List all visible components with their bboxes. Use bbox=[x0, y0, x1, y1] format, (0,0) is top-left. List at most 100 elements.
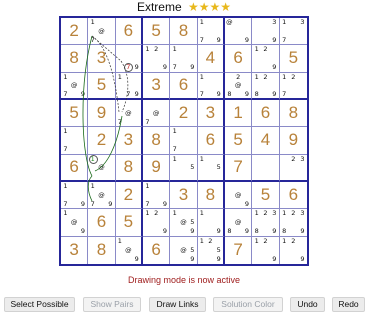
cell-r4c6[interactable]: 3 bbox=[197, 100, 225, 128]
cell-r7c5[interactable]: 3 bbox=[170, 182, 198, 210]
cell-r9c3[interactable]: 1 @9 bbox=[116, 236, 143, 264]
cell-r5c1[interactable]: 17 bbox=[61, 127, 89, 155]
cell-r2c1[interactable]: 8 bbox=[61, 45, 89, 73]
sudoku-grid[interactable]: 2 1 @7 6 5 8 1 7 9 @9 3 9 1 3 7 8 3 7 9 1 2 9 1 7 9 4 6 1 2 9 5 1 @7 9 5 1 7… bbox=[59, 16, 309, 266]
candidate: 7 bbox=[282, 89, 287, 98]
candidate: 9 bbox=[272, 35, 277, 44]
cell-r1c1[interactable]: 2 bbox=[61, 18, 89, 46]
cell-r9c1[interactable]: 3 bbox=[61, 236, 89, 264]
cell-r5c3[interactable]: 3 bbox=[115, 127, 143, 155]
candidate: 8 bbox=[254, 226, 259, 235]
cell-r6c2[interactable]: 1 @ bbox=[88, 154, 116, 182]
cell-r8c2[interactable]: 6 bbox=[88, 209, 116, 237]
cell-r6c6[interactable]: 15 bbox=[197, 154, 225, 182]
cell-r7c7[interactable]: @9 bbox=[225, 182, 253, 210]
cell-r6c7[interactable]: 7 bbox=[225, 154, 253, 182]
cell-r4c1[interactable]: 5 bbox=[61, 100, 89, 128]
cell-r2c6[interactable]: 4 bbox=[197, 45, 225, 73]
cell-r1c8[interactable]: 39 bbox=[252, 18, 280, 46]
cell-r3c7[interactable]: 2 @8 9 bbox=[225, 72, 253, 100]
cell-r7c6[interactable]: 8 bbox=[197, 182, 225, 210]
candidate: 1 bbox=[282, 72, 287, 81]
cell-r8c6[interactable]: 19 bbox=[197, 209, 225, 237]
undo-button[interactable]: Undo bbox=[290, 297, 325, 312]
cell-r2c9[interactable]: 5 bbox=[279, 45, 307, 73]
given-digit: 8 bbox=[123, 157, 134, 177]
given-digit: 3 bbox=[96, 48, 107, 68]
cell-r3c1[interactable]: 1 @7 9 bbox=[61, 72, 89, 100]
cell-r5c8[interactable]: 4 bbox=[252, 127, 280, 155]
select-possible-button[interactable]: Select Possible bbox=[4, 297, 75, 312]
candidate: 1 bbox=[63, 209, 68, 218]
cell-r6c9[interactable]: 23 bbox=[279, 155, 307, 182]
cell-r1c7[interactable]: @9 bbox=[225, 18, 253, 46]
cell-r6c8[interactable] bbox=[252, 154, 280, 182]
cell-r5c2[interactable]: 2 bbox=[88, 127, 116, 155]
cell-r9c8[interactable]: 129 bbox=[252, 236, 280, 264]
cell-r8c3[interactable]: 5 bbox=[115, 209, 143, 237]
cell-r8c1[interactable]: 1 @9 bbox=[61, 209, 89, 237]
cell-r8c4[interactable]: 129 bbox=[143, 209, 171, 237]
cell-r9c2[interactable]: 8 bbox=[88, 236, 116, 264]
cell-r7c1[interactable]: 1 7 9 bbox=[61, 182, 89, 210]
candidate: 9 bbox=[134, 62, 139, 71]
cell-r4c5[interactable]: 2 bbox=[170, 100, 198, 128]
cell-r7c2[interactable]: 1 @7 9 bbox=[88, 182, 116, 210]
cell-r2c5[interactable]: 1 7 9 bbox=[170, 45, 198, 73]
cell-r2c3[interactable]: 79 bbox=[115, 45, 143, 73]
redo-button[interactable]: Redo bbox=[332, 297, 365, 312]
solution-color-button[interactable]: Solution Color bbox=[213, 297, 283, 312]
cell-r4c7[interactable]: 1 bbox=[225, 100, 253, 128]
cell-r1c6[interactable]: 1 7 9 bbox=[197, 18, 225, 46]
cell-r4c8[interactable]: 6 bbox=[252, 100, 280, 128]
cell-r7c3[interactable]: 2 bbox=[115, 182, 143, 210]
cell-r6c3[interactable]: 8 bbox=[115, 154, 143, 182]
cell-r9c6[interactable]: 1259 bbox=[198, 236, 225, 264]
candidate: @ bbox=[180, 245, 187, 254]
cell-r3c6[interactable]: 1 7 9 bbox=[197, 72, 225, 100]
cell-r3c2[interactable]: 5 bbox=[88, 72, 116, 100]
candidate: 9 bbox=[80, 226, 85, 235]
cell-r9c7[interactable]: 7 bbox=[225, 236, 253, 264]
cell-r6c5[interactable]: 15 bbox=[170, 154, 198, 182]
cell-r7c9[interactable]: 6 bbox=[279, 182, 307, 210]
cell-r1c3[interactable]: 6 bbox=[115, 18, 143, 46]
cell-r1c4[interactable]: 5 bbox=[143, 18, 171, 46]
cell-r5c6[interactable]: 6 bbox=[197, 127, 225, 155]
cell-r4c9[interactable]: 8 bbox=[279, 100, 307, 128]
cell-r8c5[interactable]: 1 @5 9 bbox=[170, 209, 198, 237]
cell-r8c9[interactable]: 123 8 9 bbox=[279, 209, 307, 237]
cell-r5c4[interactable]: 8 bbox=[143, 127, 171, 155]
cell-r3c8[interactable]: 128 9 bbox=[252, 72, 280, 100]
cell-r6c1[interactable]: 6 bbox=[61, 154, 89, 182]
cell-r9c4[interactable]: 6 bbox=[143, 236, 171, 264]
cell-r9c5[interactable]: @5 9 bbox=[170, 236, 198, 264]
cell-r4c2[interactable]: 9 bbox=[88, 100, 116, 128]
cell-r2c7[interactable]: 6 bbox=[225, 45, 253, 73]
cell-r5c5[interactable]: 17 bbox=[170, 127, 198, 155]
show-pairs-button[interactable]: Show Pairs bbox=[83, 297, 141, 312]
draw-links-button[interactable]: Draw Links bbox=[149, 297, 206, 312]
cell-r9c9[interactable]: 129 bbox=[280, 237, 307, 264]
cell-r8c8[interactable]: 123 8 9 bbox=[252, 209, 280, 237]
cell-r3c3[interactable]: 179 bbox=[115, 72, 143, 100]
cell-r5c7[interactable]: 5 bbox=[225, 127, 253, 155]
cell-r2c8[interactable]: 129 bbox=[252, 45, 280, 73]
cell-r5c9[interactable]: 9 bbox=[279, 127, 307, 155]
cell-r4c3[interactable]: @7 bbox=[115, 100, 143, 128]
cell-r3c4[interactable]: 3 bbox=[143, 72, 171, 100]
candidate: 9 bbox=[162, 226, 167, 235]
cell-r2c2[interactable]: 3 bbox=[88, 45, 116, 73]
cell-r1c9[interactable]: 1 3 7 bbox=[279, 18, 307, 46]
cell-r4c4[interactable]: @7 bbox=[143, 100, 171, 128]
cell-r3c9[interactable]: 127 bbox=[279, 72, 307, 100]
cell-r7c8[interactable]: 5 bbox=[252, 182, 280, 210]
cell-r7c4[interactable]: 1 7 9 bbox=[143, 182, 171, 210]
candidate: 5 bbox=[216, 163, 221, 172]
cell-r8c7[interactable]: @8 9 bbox=[225, 209, 253, 237]
cell-r1c2[interactable]: 1 @7 bbox=[88, 18, 116, 46]
cell-r1c5[interactable]: 8 bbox=[170, 18, 198, 46]
cell-r3c5[interactable]: 6 bbox=[170, 72, 198, 100]
cell-r6c4[interactable]: 9 bbox=[143, 154, 171, 182]
cell-r2c4[interactable]: 129 bbox=[143, 45, 171, 73]
